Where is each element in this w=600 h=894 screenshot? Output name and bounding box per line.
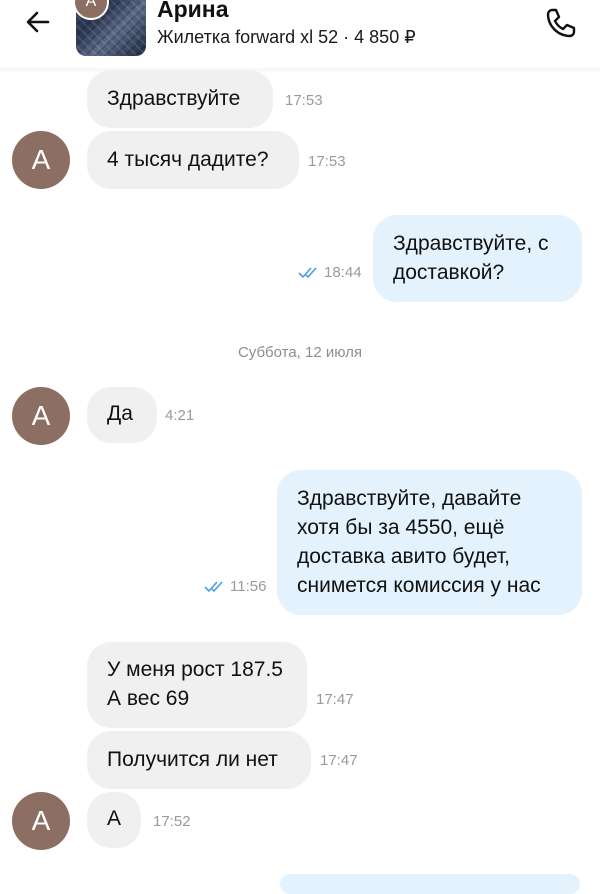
message-time: 17:47 [320,752,358,769]
contact-avatar[interactable]: А [12,792,70,850]
message-text-line: снимется комиссия у нас [297,574,541,597]
double-check-icon [204,581,223,593]
outgoing-message-partial[interactable] [280,874,580,894]
message-status: 11:56 [204,578,266,595]
message-text-line: хотя бы за 4550, ещё [297,516,505,539]
item-title-price[interactable]: Жилетка forward xl 52 · 4 850 ₽ [157,27,416,48]
message-time: 18:44 [324,264,362,281]
message-text: Получится ли нет [107,748,278,771]
message-status: 18:44 [298,264,362,281]
message-text: Да [107,402,133,425]
day-separator: Суббота, 12 июля [237,344,363,361]
incoming-message[interactable]: Получится ли нет [87,731,311,789]
message-time: 17:52 [153,813,191,830]
contact-avatar[interactable]: А [12,131,70,189]
incoming-message[interactable]: Здравствуйте [87,70,273,128]
double-check-icon [298,267,317,279]
incoming-message[interactable]: А [87,792,141,848]
message-text-line: доставкой? [393,261,505,284]
message-text-line: Здравствуйте, с [393,232,549,255]
message-time: 17:47 [316,691,354,708]
message-time: 11:56 [230,578,267,595]
incoming-message[interactable]: 4 тысяч дадите? [87,131,299,189]
message-time: 4:21 [165,407,195,424]
phone-icon[interactable] [542,4,580,42]
message-time: 17:53 [285,92,323,109]
contact-name[interactable]: Арина [157,0,228,23]
message-text-line: Здравствуйте, давайте [297,487,522,510]
message-time: 17:53 [308,153,346,170]
message-text-line: А вес 69 [107,687,190,710]
incoming-message[interactable]: У меня рост 187.5 А вес 69 [87,642,307,728]
outgoing-message[interactable]: Здравствуйте, с доставкой? [373,215,582,302]
message-text: Здравствуйте [107,87,241,110]
chat-header: А Арина Жилетка forward xl 52 · 4 850 ₽ [0,0,600,68]
message-text: А [107,807,122,830]
message-text: 4 тысяч дадите? [107,148,269,171]
message-text-line: доставка авито будет, [297,545,511,568]
back-arrow-icon[interactable] [22,6,54,38]
message-text-line: У меня рост 187.5 [107,658,283,681]
incoming-message[interactable]: Да [87,387,157,443]
outgoing-message[interactable]: Здравствуйте, давайте хотя бы за 4550, е… [277,470,582,615]
contact-avatar[interactable]: А [12,387,70,445]
